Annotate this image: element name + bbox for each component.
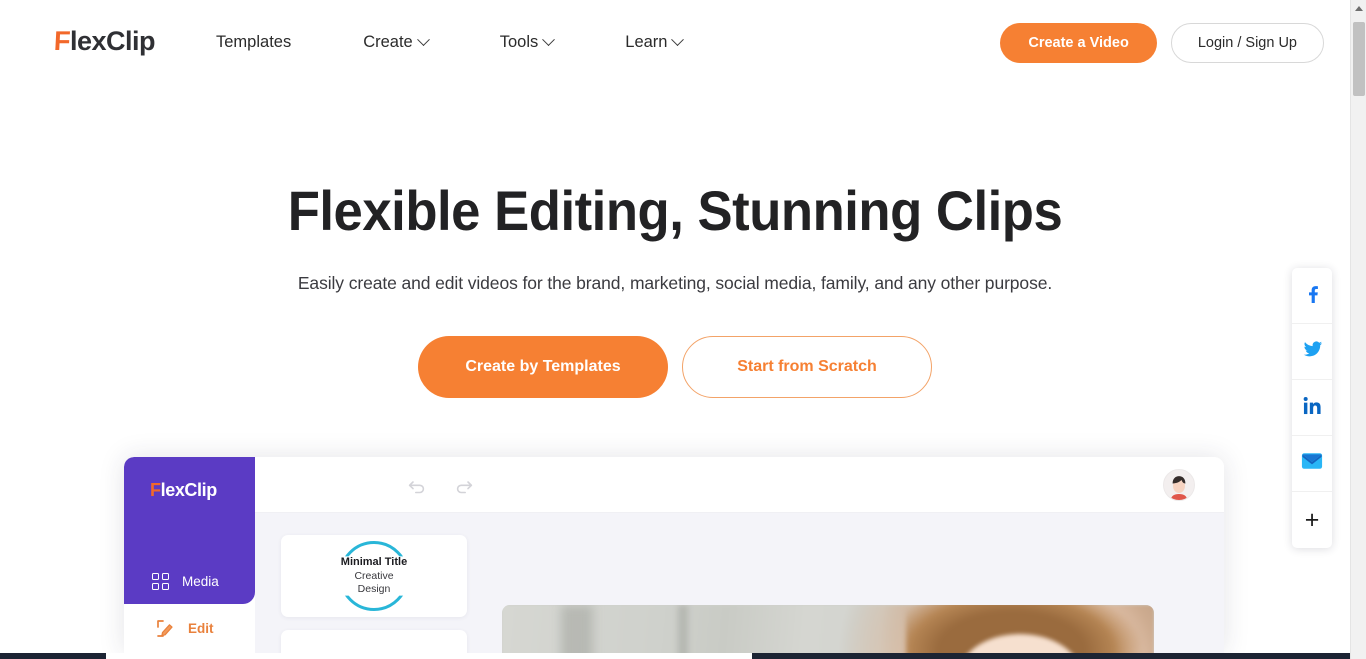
page-bottom-strip-gap	[106, 653, 752, 659]
create-by-templates-button[interactable]: Create by Templates	[418, 335, 668, 398]
site-header: FlexClip Templates Create Tools Learn Cr…	[0, 0, 1350, 86]
scrollbar-thumb[interactable]	[1353, 22, 1365, 96]
nav-label-tools: Tools	[499, 33, 539, 51]
chevron-down-icon	[671, 33, 685, 47]
undo-icon[interactable]	[407, 476, 427, 496]
nav-item-create[interactable]: Create	[347, 29, 444, 56]
leaf-icon	[343, 640, 405, 653]
mockup-sidebar: FlexClip Media	[124, 457, 255, 604]
hero-section: Flexible Editing, Stunning Clips Easily …	[0, 86, 1350, 398]
social-share-rail: +	[1292, 268, 1332, 548]
start-from-scratch-button[interactable]: Start from Scratch	[682, 335, 932, 398]
video-preview-canvas[interactable]	[502, 605, 1154, 653]
mockup-edit-label: Edit	[188, 621, 214, 636]
template-card-text: Minimal Title Creative Design	[339, 556, 409, 596]
user-avatar[interactable]	[1163, 469, 1195, 501]
nav-label-learn: Learn	[625, 33, 668, 51]
browser-viewport: FlexClip Templates Create Tools Learn Cr…	[0, 0, 1350, 659]
mockup-logo-f: F	[150, 480, 161, 500]
email-icon	[1301, 452, 1323, 475]
chevron-down-icon	[542, 33, 556, 47]
share-more-button[interactable]: +	[1292, 492, 1332, 548]
page-root: FlexClip Templates Create Tools Learn Cr…	[0, 0, 1366, 659]
mockup-toolbar	[255, 457, 1224, 513]
logo-f-mark: F	[53, 26, 71, 56]
mockup-workspace: Minimal Title Creative Design	[255, 513, 1224, 653]
template-card-title: Minimal Title	[340, 556, 408, 568]
hero-subtitle: Easily create and edit videos for the br…	[297, 272, 1053, 293]
login-signup-button[interactable]: Login / Sign Up	[1170, 23, 1324, 63]
share-linkedin-button[interactable]	[1292, 380, 1332, 436]
logo-wordmark: lexClip	[70, 26, 156, 56]
grid-icon	[152, 573, 169, 590]
flexclip-logo[interactable]: FlexClip	[53, 26, 156, 56]
preview-background-bar	[560, 605, 594, 653]
mockup-logo-wordmark: lexClip	[160, 480, 218, 500]
nav-item-tools[interactable]: Tools	[484, 29, 570, 56]
header-actions: Create a Video Login / Sign Up	[1000, 23, 1324, 63]
mockup-sidebar-item-media[interactable]: Media	[152, 573, 219, 590]
nav-item-templates[interactable]: Templates	[200, 29, 307, 56]
twitter-icon	[1302, 339, 1323, 365]
nav-label-templates: Templates	[216, 33, 292, 51]
preview-background-bar-2	[678, 605, 688, 653]
mockup-logo: FlexClip	[150, 481, 217, 499]
template-card-subtitle: Creative Design	[354, 569, 394, 595]
facebook-icon	[1302, 283, 1322, 308]
template-card-leaf[interactable]	[281, 630, 467, 653]
redo-icon[interactable]	[454, 476, 474, 496]
pencil-icon	[156, 619, 175, 638]
hero-title: Flexible Editing, Stunning Clips	[287, 179, 1063, 242]
share-email-button[interactable]	[1292, 436, 1332, 492]
app-preview-mockup: FlexClip Media Edit Minimal Title Creati…	[124, 457, 1224, 653]
share-facebook-button[interactable]	[1292, 268, 1332, 324]
linkedin-icon	[1303, 396, 1322, 420]
chevron-down-icon	[416, 33, 430, 47]
share-twitter-button[interactable]	[1292, 324, 1332, 380]
page-scrollbar[interactable]	[1350, 0, 1366, 659]
template-ring-graphic: Minimal Title Creative Design	[339, 541, 409, 611]
main-navigation: Templates Create Tools Learn	[200, 29, 698, 56]
mockup-media-label: Media	[182, 574, 219, 589]
create-a-video-button[interactable]: Create a Video	[1000, 23, 1157, 63]
plus-icon: +	[1304, 505, 1320, 534]
nav-item-learn[interactable]: Learn	[609, 29, 698, 56]
mockup-sidebar-item-edit[interactable]: Edit	[130, 604, 272, 653]
template-card-minimal-title[interactable]: Minimal Title Creative Design	[281, 535, 467, 617]
hero-cta-group: Create by Templates Start from Scratch	[0, 335, 1350, 398]
scrollbar-up-arrow[interactable]	[1351, 0, 1366, 17]
nav-label-create: Create	[363, 33, 413, 51]
